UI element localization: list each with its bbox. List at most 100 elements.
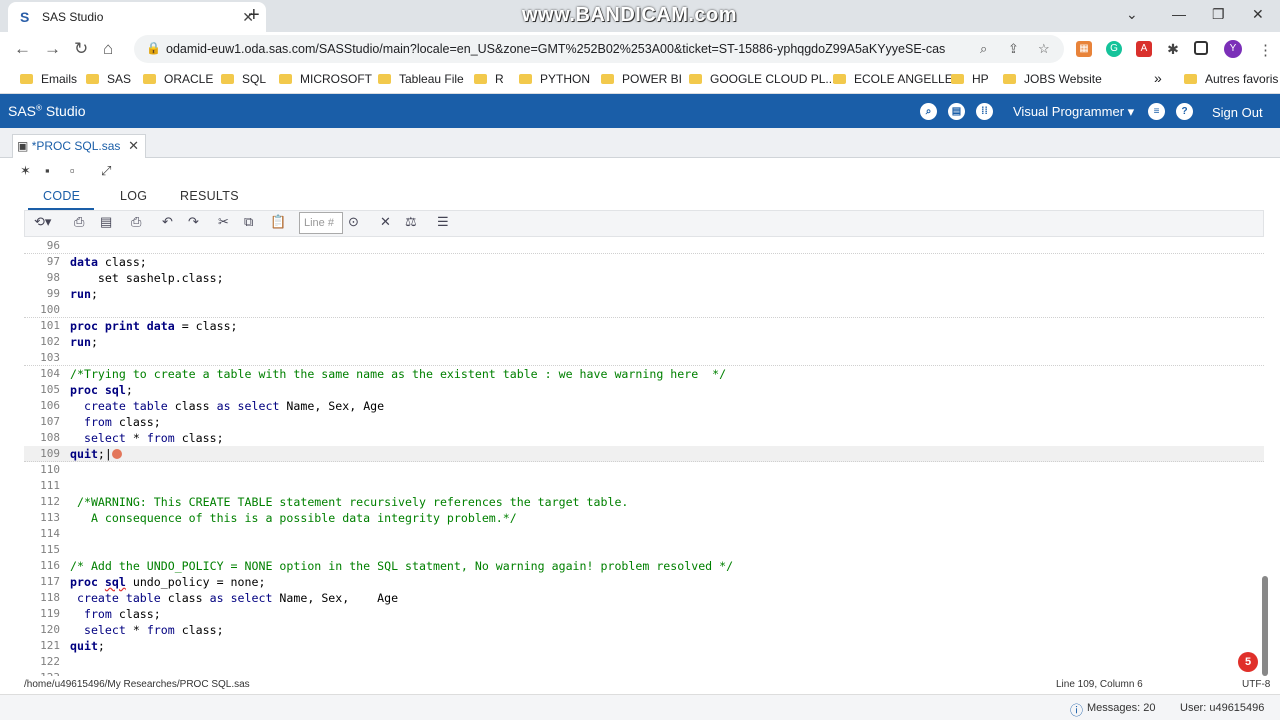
zoom-search-icon[interactable]: ⌕	[980, 41, 987, 57]
bookmark-sql[interactable]: SQL	[221, 72, 266, 86]
save-icon[interactable]: ▪	[45, 163, 50, 178]
apps-grid-icon[interactable]: ⁞⁞	[976, 103, 993, 120]
perspective-menu[interactable]: Visual Programmer ▾	[1013, 104, 1134, 120]
bookmark-hp[interactable]: HP	[951, 72, 989, 86]
redo-icon[interactable]: ↷	[188, 214, 199, 230]
browser-tab[interactable]: S SAS Studio ✕	[8, 2, 266, 32]
grammarly-icon[interactable]: G	[1106, 41, 1122, 57]
bookmark-microsoft[interactable]: MICROSOFT	[279, 72, 372, 86]
help-icon[interactable]: ?	[1176, 103, 1193, 120]
recent-submissions-icon[interactable]: ⟲▾	[34, 214, 51, 230]
sas-favicon-icon: S	[20, 9, 30, 25]
cut-icon[interactable]: ✂	[218, 214, 229, 230]
sidepanel-icon[interactable]	[1194, 41, 1208, 55]
new-tab-button[interactable]: +	[248, 4, 270, 27]
address-bar[interactable]: 🔒 odamid-euw1.oda.sas.com/SASStudio/main…	[134, 35, 1064, 63]
code-line: 102 run;	[40, 335, 98, 349]
tab-search-icon[interactable]: ⌄	[1126, 6, 1138, 23]
adblock-icon[interactable]: A	[1136, 41, 1152, 57]
paste-icon[interactable]: 📋	[270, 214, 286, 230]
back-icon[interactable]: ←	[14, 39, 31, 59]
copy-icon[interactable]: ⧉	[244, 214, 253, 230]
print-icon[interactable]: ▤	[948, 103, 965, 120]
code-line: 96	[24, 238, 1264, 254]
file-tab-bar: ▣ *PROC SQL.sas ✕	[0, 128, 1280, 158]
tab-code[interactable]: CODE	[43, 189, 80, 203]
bookmark-powerbi[interactable]: POWER BI	[601, 72, 682, 86]
bookmark-oracle[interactable]: ORACLE	[143, 72, 213, 86]
editor-scrollbar[interactable]	[1262, 576, 1268, 676]
bookmark-emails[interactable]: Emails	[20, 72, 77, 86]
folder-icon	[143, 74, 156, 84]
bookmark-jobs[interactable]: JOBS Website	[1003, 72, 1102, 86]
folder-icon	[474, 74, 487, 84]
code-line: 105 proc sql;	[40, 383, 133, 397]
extension-1-icon[interactable]: ▦	[1076, 41, 1092, 57]
file-path: /home/u49615496/My Researches/PROC SQL.s…	[24, 679, 250, 690]
maximize-button[interactable]: ❐	[1212, 6, 1225, 23]
app-title: SAS® Studio	[8, 103, 86, 119]
bookmark-python[interactable]: PYTHON	[519, 72, 590, 86]
format-code-icon[interactable]: ⚖	[405, 214, 417, 230]
bookmark-google-cloud[interactable]: GOOGLE CLOUD PL...	[689, 72, 835, 86]
code-line: 115	[40, 543, 60, 556]
run-icon[interactable]: ✶	[20, 163, 31, 179]
menu-kebab-icon[interactable]: ⋮	[1258, 41, 1273, 59]
tab-results[interactable]: RESULTS	[180, 189, 239, 203]
share-icon[interactable]: ⇪	[1008, 41, 1019, 57]
undo-icon[interactable]: ↶	[162, 214, 173, 230]
code-line: 119 from class;	[40, 607, 161, 621]
maximize-view-icon[interactable]: ⤢	[101, 163, 111, 179]
code-editor[interactable]: 96 97 data class; 98 set sashelp.class; 9…	[24, 238, 1264, 676]
profile-avatar[interactable]: Y	[1224, 40, 1242, 58]
snippets-icon[interactable]: ☰	[437, 214, 449, 230]
line-number-input[interactable]: Line #	[299, 212, 343, 234]
reload-icon[interactable]: ↻	[74, 39, 88, 59]
options-menu-icon[interactable]: ≡	[1148, 103, 1165, 120]
lock-icon: 🔒	[146, 41, 161, 55]
folder-icon	[20, 74, 33, 84]
open-program-icon[interactable]: ▤	[100, 214, 112, 230]
folder-icon	[601, 74, 614, 84]
bookmark-ecole[interactable]: ECOLE ANGELLE	[833, 72, 953, 86]
file-tab[interactable]: ▣ *PROC SQL.sas ✕	[12, 134, 146, 158]
close-file-tab-icon[interactable]: ✕	[128, 138, 139, 154]
code-line: 98 set sashelp.class;	[46, 271, 224, 285]
code-line: 103	[24, 350, 1264, 366]
home-icon[interactable]: ⌂	[103, 39, 113, 59]
search-icon[interactable]: ⌕	[920, 103, 937, 120]
code-line: 104/*Trying to create a table with the s…	[40, 367, 727, 381]
code-line: 100	[24, 302, 1264, 318]
bookmarks-overflow-button[interactable]: »	[1154, 70, 1162, 86]
minimize-button[interactable]: —	[1172, 6, 1186, 22]
forward-icon[interactable]: →	[44, 39, 61, 59]
bookmark-sas[interactable]: SAS	[86, 72, 131, 86]
code-line: 106 create table class as select Name, S…	[40, 399, 385, 413]
folder-icon	[689, 74, 702, 84]
tab-log[interactable]: LOG	[120, 189, 147, 203]
messages-link[interactable]: Messages: 20	[1087, 702, 1155, 714]
code-line: 112 /*WARNING: This CREATE TABLE stateme…	[40, 495, 629, 509]
folder-icon	[279, 74, 292, 84]
print-code-icon[interactable]: ⎙	[131, 214, 141, 230]
close-window-button[interactable]: ✕	[1252, 6, 1264, 23]
code-line-active: 109 quit;|	[24, 446, 1264, 462]
extensions-icon[interactable]: ✱	[1165, 41, 1181, 57]
code-line: 99 run;	[46, 287, 98, 301]
notification-badge[interactable]: 5	[1238, 652, 1258, 672]
folder-icon	[519, 74, 532, 84]
star-icon[interactable]: ☆	[1038, 41, 1050, 57]
bookmark-other[interactable]: Autres favoris	[1184, 72, 1278, 86]
save-as-icon[interactable]: ▫	[70, 163, 75, 178]
clear-icon[interactable]: ✕	[380, 214, 391, 230]
bookmark-r[interactable]: R	[474, 72, 504, 86]
bookmark-tableau[interactable]: Tableau File	[378, 72, 464, 86]
sign-out-link[interactable]: Sign Out	[1212, 105, 1263, 120]
sas-header: SAS® Studio ⌕ ▤ ⁞⁞ Visual Programmer ▾ ≡…	[0, 94, 1280, 128]
bookmarks-bar: Emails SAS ORACLE SQL MICROSOFT Tableau …	[0, 66, 1280, 94]
code-line: 113 A consequence of this is a possible …	[40, 511, 517, 525]
folder-icon	[951, 74, 964, 84]
check-syntax-icon[interactable]: ⎙	[74, 214, 84, 230]
folder-icon	[833, 74, 846, 84]
go-to-line-icon[interactable]: ⊙	[348, 214, 359, 230]
